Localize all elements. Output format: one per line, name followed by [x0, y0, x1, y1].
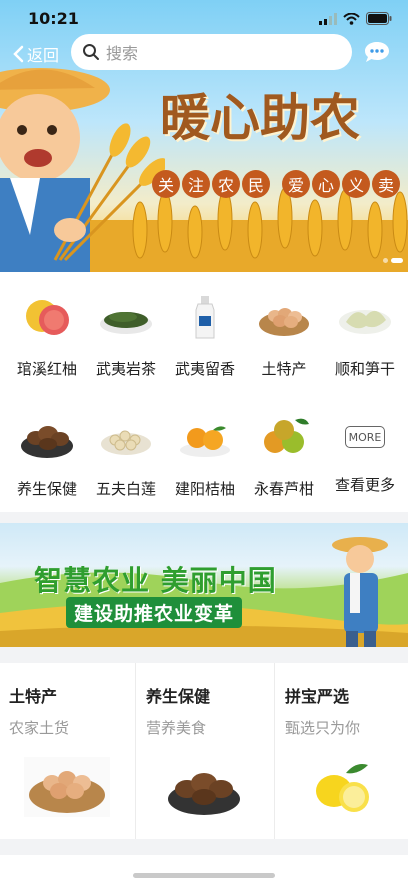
category-item-specialty[interactable]: 土特产 [244, 294, 324, 379]
card-title: 土特产 [9, 687, 58, 706]
category-item-tea[interactable]: 武夷岩茶 [86, 294, 166, 379]
category-label: 查看更多 [334, 476, 395, 494]
carousel-dot [383, 258, 388, 263]
status-bar: 10:21 [0, 0, 408, 38]
mushroom-bowl-icon [168, 773, 240, 815]
message-icon[interactable] [364, 40, 390, 64]
ponkan-icon [264, 418, 309, 453]
category-label: 建阳桔柚 [174, 480, 235, 498]
tangerine-icon [180, 426, 230, 457]
category-label: 武夷留香 [174, 360, 235, 378]
back-button[interactable]: 返回 [12, 42, 59, 66]
carousel-dot-active [391, 258, 403, 263]
card-title: 拼宝严选 [285, 687, 350, 706]
status-icons [319, 12, 392, 25]
category-label: 琯溪红柚 [16, 360, 77, 378]
tagline-char: 注 [182, 170, 210, 198]
card-divider [274, 663, 275, 839]
home-indicator [133, 873, 275, 878]
category-label: 五夫白莲 [95, 480, 156, 498]
tagline-char: 心 [312, 170, 340, 198]
category-item-lotus[interactable]: 五夫白莲 [86, 414, 166, 499]
egg-basket-icon [259, 308, 309, 336]
status-time: 10:21 [28, 9, 79, 28]
category-item-health[interactable]: 养生保健 [7, 414, 87, 499]
promo-banner[interactable]: 智慧农业 美丽中国 建设助推农业变革 [0, 523, 408, 647]
category-item-more[interactable]: MORE 查看更多 [325, 414, 405, 495]
card-health[interactable]: 养生保健 营养美食 [137, 663, 271, 839]
pomelo-icon [26, 300, 69, 335]
category-item-tangerine[interactable]: 建阳桔柚 [165, 414, 245, 499]
top-navigation: 返回 搜索 [0, 34, 408, 74]
back-label: 返回 [27, 46, 60, 65]
category-label: 武夷岩茶 [95, 360, 156, 378]
more-icon: MORE [336, 414, 394, 460]
tagline-char: 关 [152, 170, 180, 198]
card-subtitle: 营养美食 [146, 719, 207, 737]
card-divider [135, 663, 136, 839]
wifi-icon [343, 12, 360, 25]
hero-title: 暖心助农 [160, 88, 360, 147]
category-label: 永春芦柑 [253, 480, 314, 498]
liquor-bottle-icon [195, 296, 215, 339]
hero-banner[interactable]: 暖心助农 关 注 农 民 爱 心 义 卖 10:21 返回 搜索 [0, 0, 408, 272]
category-item-bamboo[interactable]: 顺和笋干 [325, 294, 405, 379]
search-icon [83, 44, 99, 60]
mushroom-bowl-icon [21, 426, 73, 458]
category-label: 养生保健 [16, 480, 77, 498]
tea-leaves-icon [100, 312, 152, 334]
featured-cards: 土特产 农家土货 养生保健 营养美食 拼宝严选 甄选只为你 [0, 663, 408, 839]
more-badge: MORE [345, 426, 385, 448]
farmer-illustration [0, 68, 165, 272]
card-selection[interactable]: 拼宝严选 甄选只为你 [276, 663, 408, 839]
card-subtitle: 甄选只为你 [285, 719, 361, 737]
lotus-seed-icon [101, 430, 151, 455]
card-title: 养生保健 [146, 687, 211, 706]
promo-subheadline: 建设助推农业变革 [66, 597, 243, 628]
chevron-left-icon [13, 45, 24, 63]
tagline-char: 民 [242, 170, 270, 198]
category-grid: 琯溪红柚 武夷岩茶 武夷留香 土特产 顺和笋干 养生保健 五夫白莲 建阳桔柚 永… [0, 272, 408, 512]
battery-icon [366, 12, 392, 25]
category-label: 土特产 [261, 360, 307, 378]
tagline-char: 义 [342, 170, 370, 198]
bamboo-shoot-icon [339, 310, 391, 334]
card-subtitle: 农家土货 [9, 719, 70, 737]
tagline-char: 爱 [282, 170, 310, 198]
lemon-icon [316, 764, 369, 812]
tagline-char: 农 [212, 170, 240, 198]
search-bar[interactable]: 搜索 [71, 34, 352, 70]
category-label: 顺和笋干 [334, 360, 395, 378]
signal-icon [319, 12, 337, 25]
carousel-indicator [383, 258, 403, 263]
card-specialty[interactable]: 土特产 农家土货 [0, 663, 134, 839]
category-item-liquor[interactable]: 武夷留香 [165, 294, 245, 379]
category-item-ponkan[interactable]: 永春芦柑 [244, 414, 324, 499]
category-item-pomelo[interactable]: 琯溪红柚 [7, 294, 87, 379]
promo-headline: 智慧农业 美丽中国 [34, 564, 277, 597]
tagline-char: 卖 [372, 170, 400, 198]
search-placeholder: 搜索 [106, 44, 139, 63]
egg-basket-icon [24, 757, 110, 817]
hero-tagline: 关 注 农 民 爱 心 义 卖 [152, 170, 400, 198]
